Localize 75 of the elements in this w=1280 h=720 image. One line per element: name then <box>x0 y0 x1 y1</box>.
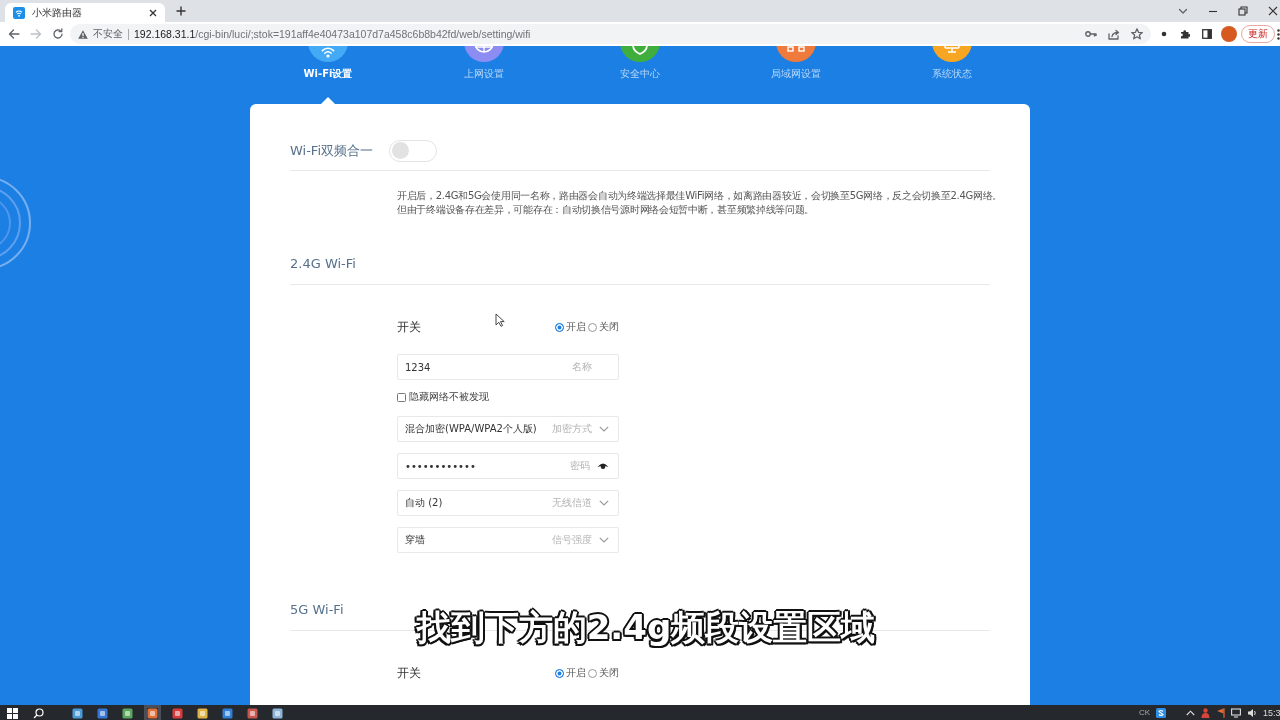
back-arrow-icon[interactable] <box>8 29 20 39</box>
puzzle-icon[interactable] <box>1180 29 1191 39</box>
close-icon[interactable] <box>1268 6 1278 16</box>
radio-icon[interactable] <box>555 668 564 678</box>
address-bar[interactable]: 不安全 192.168.31.1/cgi-bin/luci/;stok=191aff4e40473a107d7a458c6b8b42fd/web/setting/wifi <box>69 24 1152 44</box>
password-field[interactable]: •••••••••••• 密码 <box>397 453 619 479</box>
close-icon[interactable] <box>149 8 157 17</box>
toggle-switch[interactable] <box>389 139 437 162</box>
app-icon[interactable] <box>147 708 158 719</box>
chevron-down-icon[interactable] <box>1178 6 1188 16</box>
person-icon[interactable] <box>1201 708 1210 718</box>
text-field[interactable]: 1234 名称 <box>397 354 619 380</box>
radio-icon[interactable] <box>588 322 597 332</box>
field-label: 加密方式 <box>552 422 592 436</box>
windows-start-icon[interactable] <box>7 708 18 719</box>
radio-option[interactable]: 开启 <box>555 666 586 680</box>
app-icon[interactable] <box>197 708 208 719</box>
app-icon[interactable] <box>272 708 283 719</box>
url-text: 192.168.31.1/cgi-bin/luci/;stok=191aff4e40473a107d7a458c6b8b42fd/web/setting/wifi <box>133 28 531 40</box>
app-icon[interactable] <box>222 708 233 719</box>
switch-label: 开关 <box>397 318 421 336</box>
dropdown-field[interactable]: 混合加密(WPA/WPA2个人版) 加密方式 <box>397 416 619 442</box>
dropdown-field[interactable]: 自动 (2) 无线信道 <box>397 490 619 516</box>
reload-icon[interactable] <box>51 28 64 40</box>
radio-option[interactable]: 关闭 <box>588 666 619 680</box>
avatar-icon[interactable] <box>1221 26 1237 42</box>
radio-icon[interactable] <box>588 668 597 678</box>
dot-icon[interactable] <box>1161 31 1168 37</box>
chevron-down-icon <box>599 500 609 506</box>
tray-app-icon[interactable] <box>1156 708 1166 718</box>
section-title: 2.4G Wi-Fi <box>290 254 990 285</box>
nav-tab[interactable]: Wi-Fi设置 <box>303 46 353 81</box>
dropdown-field[interactable]: 穿墙 信号强度 <box>397 527 619 553</box>
radio-option[interactable]: 开启 <box>555 320 586 334</box>
plus-icon[interactable] <box>176 6 186 16</box>
star-icon[interactable] <box>1131 28 1144 40</box>
app-icon[interactable] <box>247 708 258 719</box>
mouse-pointer-icon <box>495 313 505 327</box>
video-caption: 找到下方的2.4g频段设置区域 <box>416 607 876 647</box>
field-label: 名称 <box>572 360 592 374</box>
share-icon[interactable] <box>1108 28 1121 40</box>
search-icon[interactable] <box>33 708 44 719</box>
radio-option[interactable]: 关闭 <box>588 320 619 334</box>
eye-icon[interactable] <box>597 462 609 470</box>
app-icon[interactable] <box>122 708 133 719</box>
restore-icon[interactable] <box>1238 6 1248 16</box>
more-menu-icon[interactable] <box>1276 28 1280 40</box>
sidebar-icon[interactable] <box>1202 29 1212 39</box>
radio-icon[interactable] <box>555 322 564 332</box>
chevron-down-icon <box>599 426 609 432</box>
monitor-icon[interactable] <box>1231 708 1241 718</box>
tab-title: 小米路由器 <box>32 5 83 20</box>
app-icon[interactable] <box>72 708 83 719</box>
field-label: 密码 <box>570 459 590 473</box>
chevron-up-icon[interactable] <box>1186 710 1195 716</box>
browser-tab[interactable]: 小米路由器 <box>5 3 165 22</box>
field-label: 无线信道 <box>552 496 592 510</box>
checkbox-option[interactable]: 隐藏网络不被发现 <box>397 391 619 403</box>
app-icon[interactable] <box>172 708 183 719</box>
setting-label: Wi-Fi双频合一 <box>290 141 374 160</box>
security-chip[interactable]: 不安全 <box>77 27 123 41</box>
flag-icon[interactable] <box>1216 708 1225 718</box>
speaker-icon[interactable] <box>1247 708 1257 718</box>
app-icon[interactable] <box>97 708 108 719</box>
checkbox-icon[interactable] <box>397 392 406 402</box>
wifi-favicon-icon <box>13 6 25 19</box>
key-icon[interactable] <box>1085 30 1098 38</box>
input-method-indicator[interactable]: CK <box>1138 708 1150 718</box>
field-label: 信号强度 <box>552 533 592 547</box>
update-button[interactable]: 更新 <box>1241 25 1275 43</box>
switch-label: 开关 <box>397 664 421 682</box>
chevron-down-icon <box>599 537 609 543</box>
clock-text: 15:3 <box>1263 708 1280 718</box>
description-text: 开启后，2.4G和5G会使用同一名称，路由器会自动为终端选择最佳WiFi网络，如离路由器较近，会切换至5G网络，反之会切换至2.4G网络。 但由于终端设备存在差异，可能存在：自动切换信号源时网络会短暂中断，甚至频繁掉线等问题。 <box>397 189 1003 217</box>
warning-icon <box>77 29 88 39</box>
